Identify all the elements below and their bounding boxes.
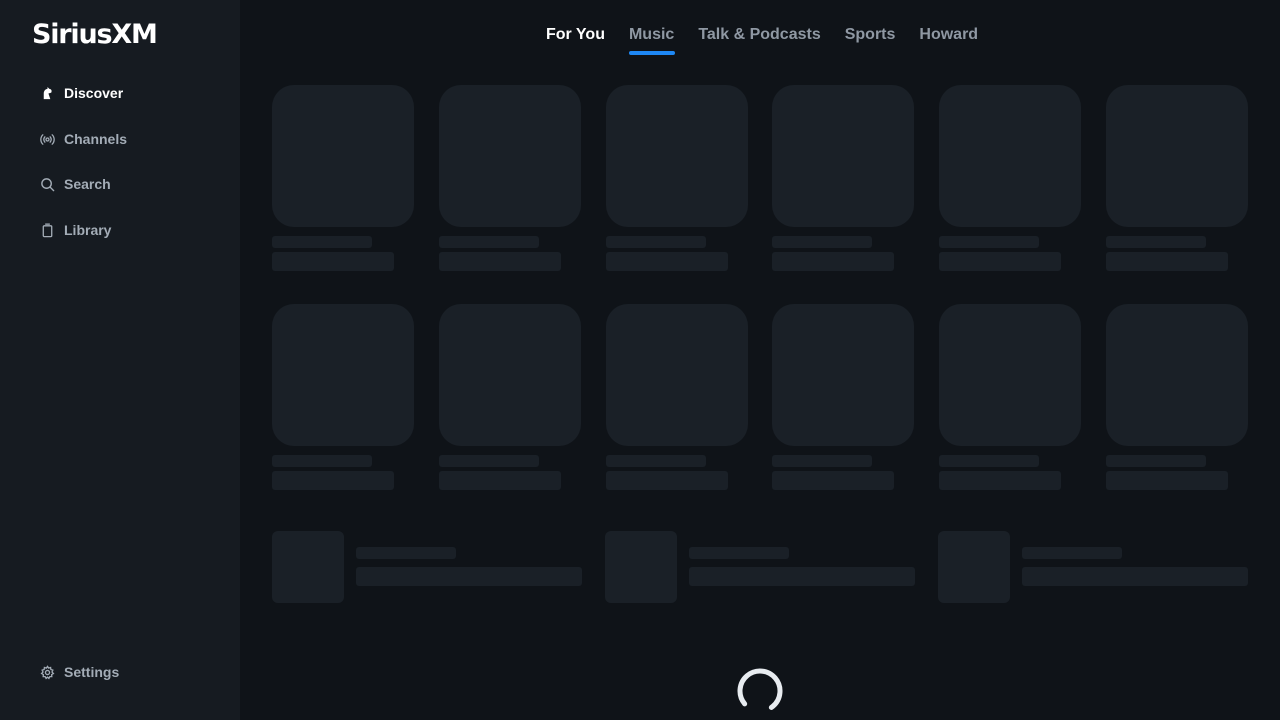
sidebar-item-label: Search xyxy=(64,176,111,192)
skeleton-grid-row-1 xyxy=(272,85,1248,271)
skeleton-card xyxy=(605,85,748,271)
skeleton-tile xyxy=(772,304,915,446)
skeleton-line xyxy=(772,455,873,467)
skeleton-list-item xyxy=(605,531,915,603)
skeleton-card xyxy=(772,85,915,271)
skeleton-tile xyxy=(272,304,414,446)
skeleton-line xyxy=(272,455,372,467)
skeleton-line xyxy=(772,252,895,271)
skeleton-line xyxy=(772,471,895,490)
sidebar-item-label: Discover xyxy=(64,85,124,101)
skeleton-thumb xyxy=(605,531,677,603)
skeleton-card xyxy=(272,304,414,490)
gear-icon xyxy=(40,664,55,680)
loading-spinner-icon xyxy=(736,667,784,715)
skeleton-card xyxy=(939,85,1082,271)
skeleton-line xyxy=(689,567,915,586)
sidebar-item-label: Library xyxy=(64,222,112,238)
skeleton-tile xyxy=(272,85,414,227)
skeleton-line xyxy=(605,236,706,248)
skeleton-card xyxy=(939,304,1082,490)
skeleton-tile xyxy=(939,85,1082,227)
skeleton-thumb xyxy=(272,531,344,603)
skeleton-line xyxy=(605,471,728,490)
skeleton-line xyxy=(605,455,706,467)
skeleton-card xyxy=(1105,85,1248,271)
sidebar-item-channels[interactable]: Channels xyxy=(40,128,127,150)
sidebar-item-label: Channels xyxy=(64,131,128,147)
skeleton-line xyxy=(689,547,789,559)
skeleton-tile xyxy=(438,85,581,227)
category-tabs: For You Music Talk & Podcasts Sports How… xyxy=(534,22,990,54)
skeleton-line xyxy=(272,252,394,271)
tab-howard[interactable]: Howard xyxy=(907,22,990,54)
skeleton-line xyxy=(1105,236,1206,248)
skeleton-line xyxy=(1105,252,1228,271)
skeleton-tile xyxy=(1105,304,1248,446)
skeleton-tile xyxy=(438,304,581,446)
skeleton-line xyxy=(438,455,539,467)
skeleton-line xyxy=(272,236,372,248)
tab-sports[interactable]: Sports xyxy=(833,22,908,54)
sidebar-item-settings[interactable]: Settings xyxy=(40,661,119,683)
sidebar: SiriusXM Discover Channels Search Librar… xyxy=(0,0,240,720)
skeleton-line xyxy=(939,455,1040,467)
library-icon xyxy=(40,222,55,238)
skeleton-line xyxy=(939,236,1040,248)
tab-talk-podcasts[interactable]: Talk & Podcasts xyxy=(686,22,832,54)
skeleton-line xyxy=(438,471,561,490)
skeleton-tile xyxy=(772,85,915,227)
skeleton-card xyxy=(438,85,581,271)
skeleton-line xyxy=(438,236,539,248)
skeleton-line xyxy=(356,547,456,559)
sidebar-item-library[interactable]: Library xyxy=(40,219,111,241)
skeleton-line xyxy=(1022,567,1248,586)
sidebar-item-label: Settings xyxy=(64,664,120,680)
skeleton-tile xyxy=(605,304,748,446)
skeleton-line xyxy=(605,252,728,271)
skeleton-line xyxy=(1022,547,1122,559)
skeleton-line xyxy=(939,471,1062,490)
tab-for-you[interactable]: For You xyxy=(534,22,617,54)
skeleton-line xyxy=(772,236,873,248)
sidebar-item-search[interactable]: Search xyxy=(40,173,111,195)
skeleton-tile xyxy=(939,304,1082,446)
skeleton-line xyxy=(272,471,394,490)
skeleton-tile xyxy=(605,85,748,227)
skeleton-tile xyxy=(1105,85,1248,227)
skeleton-card xyxy=(1105,304,1248,490)
skeleton-card xyxy=(772,304,915,490)
sidebar-item-discover[interactable]: Discover xyxy=(40,82,123,104)
siriusxm-logo[interactable]: SiriusXM xyxy=(32,20,158,50)
skeleton-line xyxy=(438,252,561,271)
skeleton-line xyxy=(1105,455,1206,467)
tab-music[interactable]: Music xyxy=(617,22,686,54)
skeleton-thumb xyxy=(938,531,1010,603)
skeleton-card xyxy=(438,304,581,490)
skeleton-line xyxy=(356,567,582,586)
discover-icon xyxy=(40,86,55,101)
skeleton-card xyxy=(272,85,414,271)
radio-broadcast-icon xyxy=(40,132,55,147)
skeleton-list-item xyxy=(272,531,582,603)
skeleton-line xyxy=(939,252,1062,271)
search-icon xyxy=(40,177,55,192)
skeleton-list-item xyxy=(938,531,1248,603)
skeleton-list-row xyxy=(272,531,1248,603)
skeleton-card xyxy=(605,304,748,490)
skeleton-line xyxy=(1105,471,1228,490)
skeleton-grid-row-2 xyxy=(272,304,1248,490)
